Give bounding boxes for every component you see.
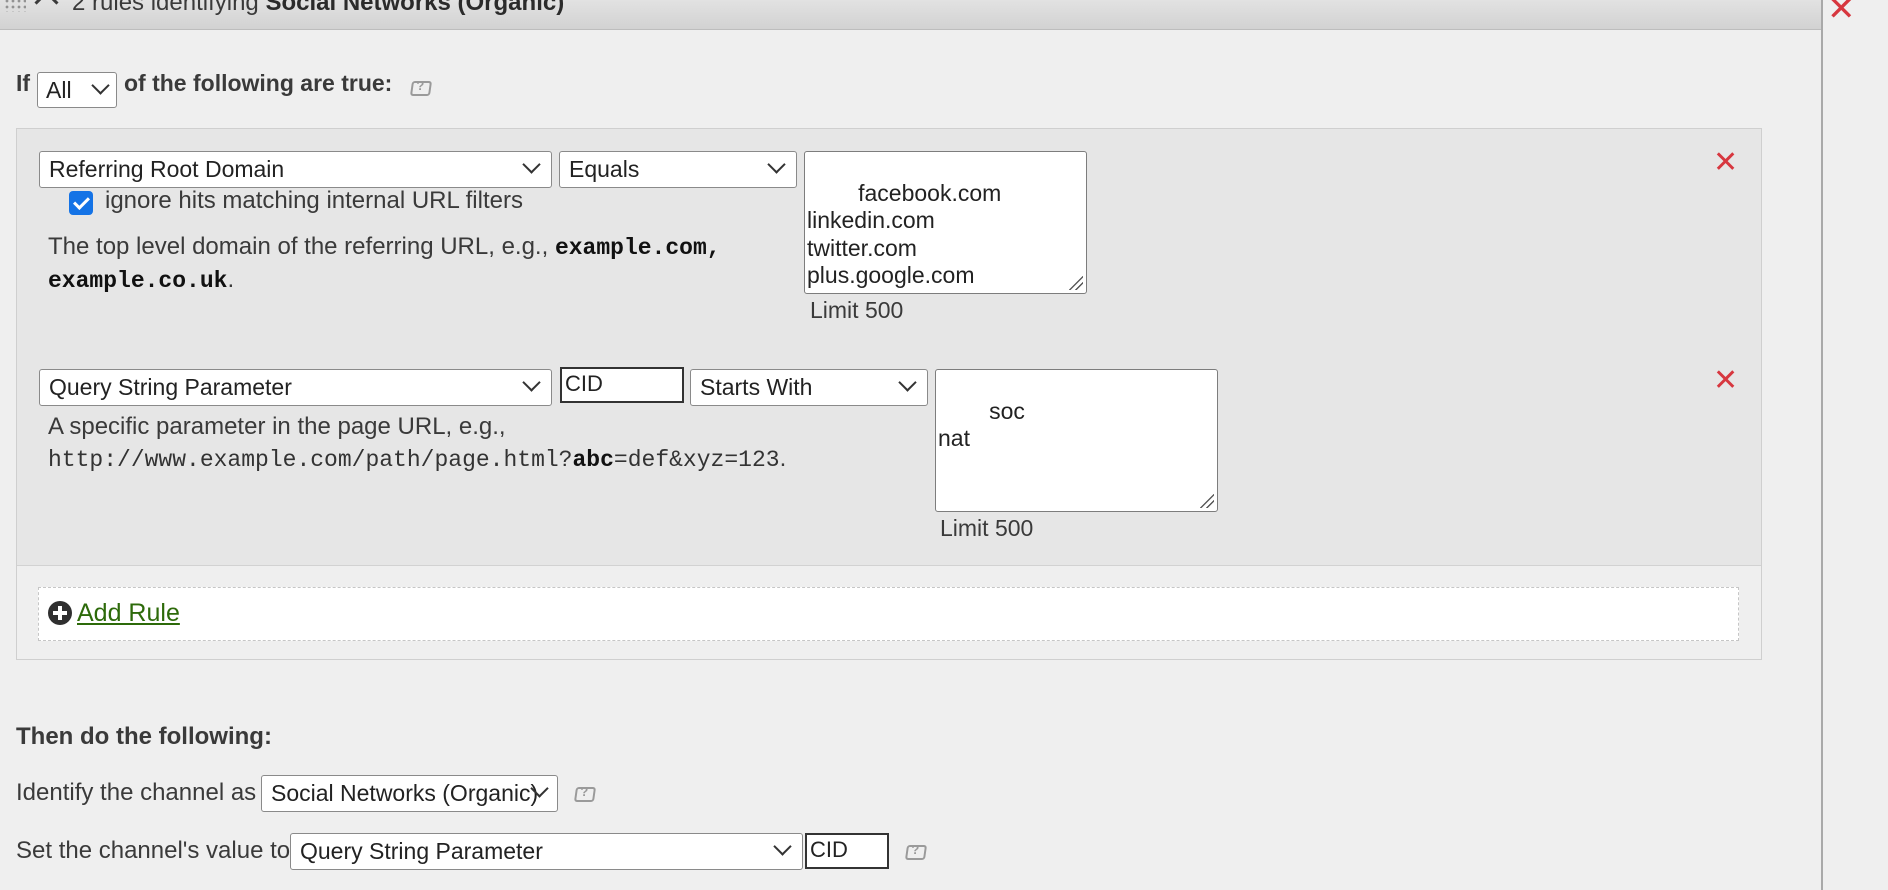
match-type-select[interactable]: All (37, 72, 117, 108)
desc-end: . (779, 445, 787, 472)
condition-if-label: If (16, 70, 31, 96)
desc-example: example.com (554, 235, 707, 261)
header-channel-name: Social Networks (Organic) (265, 0, 565, 16)
desc-separator: , (706, 235, 721, 261)
rule-field-value: Referring Root Domain (49, 156, 285, 182)
ignore-internal-checkbox[interactable] (69, 191, 93, 215)
identify-channel-label: Identify the channel as (16, 779, 257, 806)
query-param-value: CID (565, 371, 603, 396)
rule-field-select[interactable]: Query String Parameter (39, 369, 552, 406)
chevron-down-icon (767, 155, 786, 174)
desc-url-param: abc (572, 447, 614, 473)
help-icon[interactable]: ? (904, 842, 928, 860)
help-icon[interactable]: ? (573, 784, 597, 802)
resize-handle-icon[interactable] (1200, 494, 1214, 508)
rule-operator-value: Starts With (700, 374, 813, 400)
channel-value-select-value: Query String Parameter (300, 838, 543, 864)
remove-rule-icon[interactable]: ✕ (1713, 148, 1738, 178)
rule-values-textarea[interactable]: facebook.com linkedin.com twitter.com pl… (804, 151, 1087, 294)
rule-operator-select[interactable]: Equals (559, 151, 797, 188)
channel-select-value: Social Networks (Organic) (271, 780, 539, 806)
desc-example: example.co.uk (48, 268, 228, 294)
rule-values-text: facebook.com linkedin.com twitter.com pl… (807, 179, 1002, 294)
channel-value-select[interactable]: Query String Parameter (290, 833, 803, 870)
rule-set-panel: 2 rules identifying Social Networks (Org… (0, 0, 1823, 890)
add-circle-icon[interactable] (48, 601, 72, 625)
close-icon[interactable]: ✕ (1827, 0, 1856, 26)
condition-suffix: of the following are true: (124, 70, 393, 96)
query-param-input[interactable]: CID (560, 367, 684, 403)
desc-end: . (227, 266, 235, 293)
rule-row: Referring Root Domain Equals ignore hits… (17, 129, 1761, 348)
set-value-label: Set the channel's value to (16, 837, 291, 864)
remove-rule-icon[interactable]: ✕ (1713, 366, 1738, 396)
chevron-down-icon (91, 76, 110, 95)
channel-select[interactable]: Social Networks (Organic) (261, 775, 558, 812)
values-limit: Limit 500 (940, 515, 1034, 541)
desc-url-rest: =def&xyz=123 (613, 447, 780, 473)
add-rule-area: Add Rule (38, 587, 1739, 641)
rule-description: A specific parameter in the page URL, e.… (48, 411, 948, 476)
values-limit: Limit 500 (810, 297, 904, 323)
rule-set-header[interactable]: 2 rules identifying Social Networks (Org… (0, 0, 1821, 30)
rule-operator-select[interactable]: Starts With (690, 369, 928, 406)
desc-text: A specific parameter in the page URL, e.… (48, 413, 506, 440)
rule-operator-value: Equals (569, 156, 640, 182)
header-prefix: 2 rules identifying (72, 0, 266, 16)
collapse-chevron-icon[interactable] (34, 0, 59, 15)
then-title: Then do the following: (16, 723, 272, 750)
rule-field-select[interactable]: Referring Root Domain (39, 151, 552, 188)
drag-handle-icon[interactable] (4, 0, 26, 12)
desc-text: The top level domain of the referring UR… (48, 233, 555, 260)
chevron-down-icon (522, 155, 541, 174)
checkbox-label: ignore hits matching internal URL filter… (105, 187, 523, 214)
chevron-down-icon (898, 373, 917, 392)
chevron-down-icon (773, 837, 792, 856)
rule-row: Query String Parameter CID Starts With A… (17, 347, 1761, 566)
rule-values-text: soc nat (938, 397, 1025, 452)
help-icon[interactable]: ? (409, 78, 433, 96)
rule-field-value: Query String Parameter (49, 374, 292, 400)
channel-param-input[interactable]: CID (805, 833, 889, 869)
channel-param-value: CID (810, 837, 848, 862)
rules-container: Referring Root Domain Equals ignore hits… (16, 128, 1762, 660)
rule-set-title: 2 rules identifying Social Networks (Org… (72, 0, 564, 17)
rule-description: The top level domain of the referring UR… (48, 231, 788, 297)
chevron-down-icon (522, 373, 541, 392)
match-type-value: All (46, 77, 72, 103)
resize-handle-icon[interactable] (1069, 276, 1083, 290)
rule-values-textarea[interactable]: soc nat (935, 369, 1218, 512)
desc-url: http://www.example.com/path/page.html? (48, 447, 573, 473)
add-rule-link[interactable]: Add Rule (77, 599, 180, 628)
